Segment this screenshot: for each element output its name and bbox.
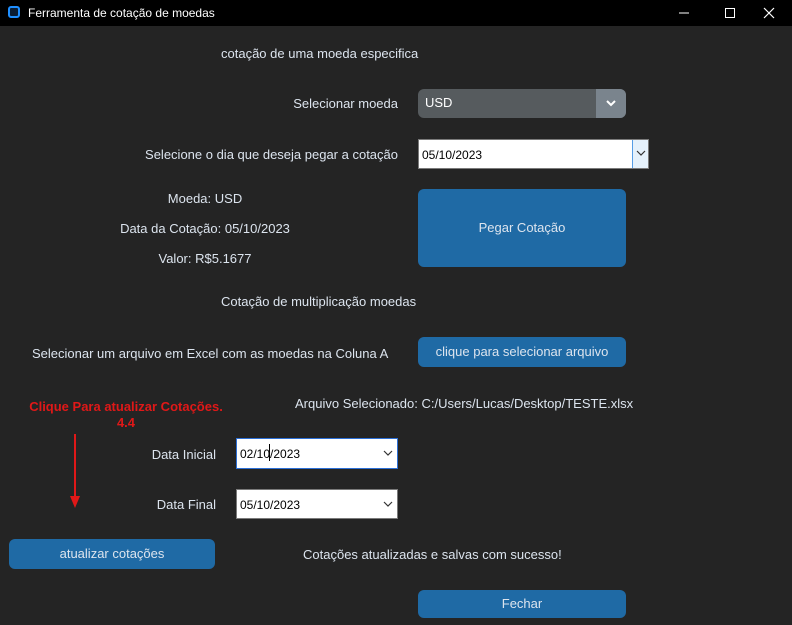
- annotation-arrow-icon: [70, 434, 80, 508]
- get-quote-button[interactable]: Pegar Cotação: [418, 189, 626, 267]
- single-currency-heading: cotação de uma moeda especifica: [221, 46, 419, 61]
- end-date-picker[interactable]: 05/10/2023: [236, 489, 398, 519]
- app-window: Ferramenta de cotação de moedas cotação …: [0, 0, 792, 625]
- title-bar[interactable]: Ferramenta de cotação de moedas: [0, 0, 792, 26]
- annotation-text: Clique Para atualizar Cotações. 4.4: [10, 399, 242, 431]
- close-button[interactable]: Fechar: [418, 590, 626, 618]
- minimize-button[interactable]: [661, 0, 707, 26]
- chevron-down-icon: [606, 100, 616, 107]
- app-icon: [8, 6, 20, 18]
- chevron-down-icon[interactable]: [383, 450, 393, 457]
- end-date-value: 05/10/2023: [240, 498, 301, 512]
- currency-label: Selecionar moeda: [293, 96, 398, 111]
- maximize-icon: [725, 8, 735, 18]
- start-date-picker[interactable]: 02/10/2023: [236, 438, 398, 469]
- currency-combobox[interactable]: USD: [418, 89, 626, 118]
- selected-file-text: Arquivo Selecionado: C:/Users/Lucas/Desk…: [295, 396, 634, 411]
- file-prompt-label: Selecionar um arquivo em Excel com as mo…: [32, 346, 389, 361]
- window-title: Ferramenta de cotação de moedas: [28, 6, 215, 20]
- close-icon: [763, 7, 775, 19]
- minimize-icon: [679, 12, 689, 14]
- result-date-text: Data da Cotação: 05/10/2023: [120, 221, 290, 236]
- update-quotes-button[interactable]: atualizar cotações: [9, 539, 215, 569]
- start-date-value: 02/10/2023: [240, 447, 301, 461]
- quote-date-picker[interactable]: 05/10/2023: [418, 139, 649, 169]
- status-message: Cotações atualizadas e salvas com sucess…: [303, 547, 562, 562]
- currency-dropdown-button[interactable]: [596, 89, 626, 118]
- quote-date-value: 05/10/2023: [422, 148, 483, 162]
- select-file-button[interactable]: clique para selecionar arquivo: [418, 337, 626, 367]
- multi-currency-heading: Cotação de multiplicação moedas: [221, 294, 417, 309]
- text-cursor: [269, 444, 270, 461]
- start-date-label: Data Inicial: [151, 447, 216, 462]
- end-date-label: Data Final: [156, 497, 216, 512]
- result-currency-text: Moeda: USD: [167, 191, 243, 206]
- currency-combobox-value: USD: [425, 95, 453, 110]
- result-value-text: Valor: R$5.1677: [158, 251, 252, 266]
- annotation-line-2: 4.4: [116, 415, 136, 430]
- close-window-button[interactable]: [746, 0, 792, 26]
- chevron-down-icon[interactable]: [383, 501, 393, 508]
- annotation-line-1: Clique Para atualizar Cotações.: [29, 399, 223, 414]
- quote-date-label: Selecione o dia que deseja pegar a cotaç…: [145, 147, 398, 162]
- chevron-down-icon: [636, 150, 645, 156]
- quote-date-dropdown-button[interactable]: [632, 140, 648, 168]
